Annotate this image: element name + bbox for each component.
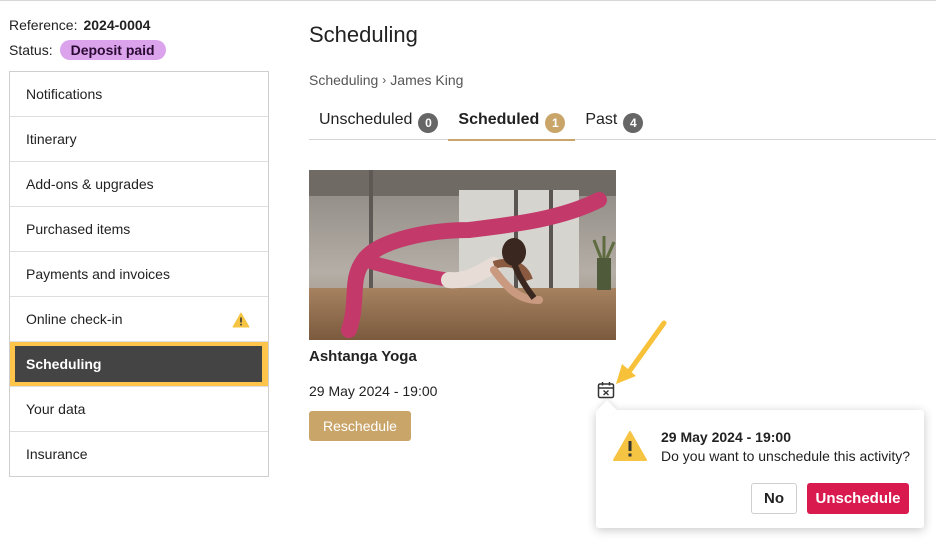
- reference-value: 2024-0004: [83, 17, 151, 33]
- tab-count-badge: 0: [418, 113, 439, 133]
- unschedule-popover: 29 May 2024 - 19:00 Do you want to unsch…: [596, 400, 924, 528]
- sidebar: Notifications Itinerary Add-ons & upgrad…: [9, 71, 269, 477]
- sidebar-item-online-check-in[interactable]: Online check-in: [10, 297, 268, 342]
- breadcrumb-current: James King: [390, 72, 464, 88]
- sidebar-item-payments[interactable]: Payments and invoices: [10, 252, 268, 297]
- tab-label: Unscheduled: [319, 111, 413, 128]
- sidebar-item-label: Insurance: [26, 446, 88, 462]
- breadcrumb-parent-link[interactable]: Scheduling: [309, 72, 378, 88]
- tab-label: Past: [585, 111, 618, 128]
- tab-count-badge: 1: [545, 113, 566, 133]
- sidebar-item-label: Your data: [26, 401, 86, 417]
- status-row: Status: Deposit paid: [9, 40, 166, 60]
- sidebar-item-notifications[interactable]: Notifications: [10, 72, 268, 117]
- sidebar-item-your-data[interactable]: Your data: [10, 387, 268, 432]
- status-label: Status:: [9, 42, 53, 58]
- sidebar-item-label: Notifications: [26, 86, 103, 102]
- sidebar-item-label: Online check-in: [26, 311, 123, 327]
- sidebar-item-itinerary[interactable]: Itinerary: [10, 117, 268, 162]
- sidebar-item-scheduling[interactable]: Scheduling: [10, 342, 268, 387]
- unschedule-button[interactable]: Unschedule: [807, 483, 909, 514]
- no-button[interactable]: No: [751, 483, 797, 514]
- tab-label: Scheduled: [458, 111, 540, 128]
- popover-title: 29 May 2024 - 19:00: [661, 429, 791, 445]
- yoga-photo: [309, 170, 616, 340]
- reschedule-button[interactable]: Reschedule: [309, 411, 411, 441]
- breadcrumb-separator-icon: ›: [382, 73, 387, 87]
- reference-row: Reference: 2024-0004: [9, 17, 150, 33]
- breadcrumb: Scheduling › James King: [309, 72, 463, 88]
- sidebar-item-label: Purchased items: [26, 221, 131, 237]
- page-title: Scheduling: [309, 22, 418, 47]
- sidebar-item-label: Scheduling: [26, 356, 102, 372]
- tab-past[interactable]: Past 4: [575, 108, 653, 140]
- sidebar-item-purchased-items[interactable]: Purchased items: [10, 207, 268, 252]
- sidebar-item-label: Payments and invoices: [26, 266, 170, 282]
- popover-message: Do you want to unschedule this activity?: [661, 448, 911, 464]
- tab-unscheduled[interactable]: Unscheduled 0: [309, 108, 448, 140]
- tab-scheduled[interactable]: Scheduled 1: [448, 108, 576, 141]
- warning-icon: [232, 312, 250, 328]
- activity-datetime: 29 May 2024 - 19:00: [309, 383, 438, 399]
- tab-count-badge: 4: [623, 113, 644, 133]
- tab-bar: Unscheduled 0 Scheduled 1 Past 4: [309, 108, 936, 141]
- sidebar-item-label: Itinerary: [26, 131, 77, 147]
- activity-title: Ashtanga Yoga: [309, 348, 417, 365]
- warning-icon: [613, 431, 647, 461]
- sidebar-item-label: Add-ons & upgrades: [26, 176, 154, 192]
- status-badge: Deposit paid: [59, 40, 166, 60]
- pointer-arrow-icon: [616, 320, 667, 384]
- popover-caret: [597, 400, 617, 420]
- sidebar-item-add-ons[interactable]: Add-ons & upgrades: [10, 162, 268, 207]
- top-divider: [0, 0, 936, 1]
- reference-label: Reference:: [9, 17, 78, 33]
- sidebar-item-insurance[interactable]: Insurance: [10, 432, 268, 476]
- activity-image: [309, 170, 616, 340]
